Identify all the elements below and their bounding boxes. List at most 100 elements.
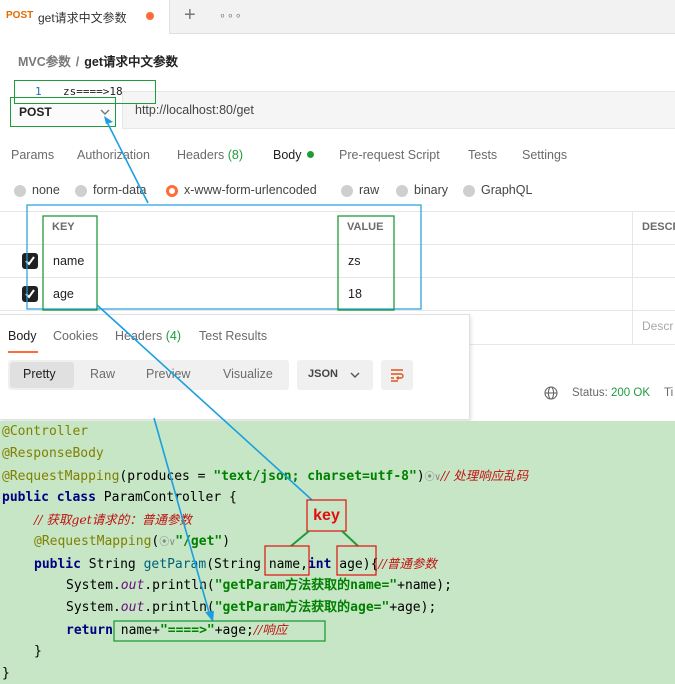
row-checkbox[interactable] [22,286,38,302]
breadcrumb: MVC参数 / get请求中文参数 [18,51,178,70]
globe-icon[interactable] [544,386,558,400]
wrap-lines-icon [391,369,404,382]
tab-pre-request-script[interactable]: Pre-request Script [339,148,440,162]
radio-circle-icon [396,185,408,197]
code-line-4: public class ParamController { [2,487,237,509]
row-checkbox[interactable] [22,253,38,269]
annotation-token: @ResponseBody [2,446,104,461]
comment-token: // 获取get请求的：普通参数 [34,512,192,527]
tab-headers-count: (8) [227,148,244,162]
tab-authorization[interactable]: Authorization [77,148,150,162]
response-time-label: Ti [664,387,674,399]
annotation-token: @RequestMapping [2,469,120,484]
tab-title: get请求中文参数 [38,11,127,25]
keyword-token: return [66,623,113,638]
param-value[interactable]: 18 [348,287,362,301]
tab-settings[interactable]: Settings [522,148,567,162]
status-label: Status: [572,387,608,399]
field-token: out [120,578,145,593]
response-tab-headers[interactable]: Headers (4) [115,329,181,343]
comment-token: //普通参数 [378,556,437,571]
code-line-6: @RequestMapping(⦿∨"/get") [34,531,230,554]
url-input[interactable]: http://localhost:80/get [122,91,675,129]
table-border [0,211,675,212]
format-select[interactable]: JSON [297,360,373,390]
header-key: KEY [52,221,75,233]
code-token: (String name, [206,557,308,572]
code-line-5: // 获取get请求的：普通参数 [34,509,192,532]
breadcrumb-request[interactable]: get请求中文参数 [84,55,178,69]
tab-params[interactable]: Params [11,148,54,162]
key-annotation-label: key [313,507,340,524]
string-token: "getParam方法获取的name=" [214,578,398,593]
checkmark-icon [25,289,35,299]
header-description: DESCR [642,221,675,233]
view-raw[interactable]: Raw [90,367,115,381]
code-line-8: System.out.println("getParam方法获取的name="+… [66,575,452,597]
code-token: } [34,644,42,659]
radio-circle-icon [463,185,475,197]
response-tab-cookies[interactable]: Cookies [53,329,98,343]
response-tab-body[interactable]: Body [8,329,37,343]
string-token: "====>" [159,623,215,638]
request-tab[interactable]: POST get请求中文参数 [0,0,170,34]
code-token: .println( [144,600,215,615]
code-token: +age); [389,600,437,615]
more-tabs-icon[interactable]: ∘∘∘ [219,9,243,22]
code-editor: @Controller @ResponseBody @RequestMappin… [0,421,675,684]
code-line-11: } [34,641,42,663]
param-value[interactable]: zs [348,254,361,268]
active-tab-underline [8,351,38,353]
mapping-globe-icon: ⦿∨ [159,537,176,548]
tab-headers[interactable]: Headers (8) [177,148,243,162]
comment-token: // 处理响应乱码 [440,468,529,483]
tab-body-label: Body [273,148,302,162]
string-token: "getParam方法获取的age=" [214,600,390,615]
code-token: } [2,666,10,681]
method-label: POST [19,105,52,119]
code-line-9: System.out.println("getParam方法获取的age="+a… [66,597,436,619]
view-visualize[interactable]: Visualize [223,367,273,381]
code-line-1: @Controller [2,421,88,443]
radio-label: x-www-form-urlencoded [184,183,317,197]
view-preview[interactable]: Preview [146,367,190,381]
code-token: ParamController { [95,490,237,505]
tab-method: POST [6,10,34,21]
response-headers-label: Headers [115,329,163,343]
radio-circle-icon [341,185,353,197]
code-token: age){ [331,557,379,572]
radio-label: binary [414,183,449,197]
response-tab-test-results[interactable]: Test Results [199,329,267,343]
annotation-token: @Controller [2,424,89,439]
radio-label: none [32,183,60,197]
code-token: System. [66,600,121,615]
table-column-divider [632,211,633,344]
new-tab-plus-icon[interactable]: + [184,4,196,27]
format-label: JSON [308,368,338,380]
wrap-lines-button[interactable] [381,360,413,390]
breadcrumb-collection[interactable]: MVC参数 [18,55,71,69]
description-placeholder[interactable]: Descr [642,319,673,333]
keyword-token: public class [2,490,96,505]
response-panel: Body Cookies Headers (4) Test Results Pr… [0,314,470,420]
response-output-highlight: 1 zs====>18 [14,80,156,104]
radio-circle-icon [75,185,87,197]
annotation-token: @RequestMapping [34,534,152,549]
keyword-token: int [307,557,332,572]
param-key[interactable]: age [53,287,74,301]
code-line-12: } [2,663,10,684]
code-token: +name); [397,578,452,593]
url-text: http://localhost:80/get [135,103,254,117]
table-border [470,344,675,345]
keyword-token: public [34,557,81,572]
response-status: Status: 200 OK [572,387,650,399]
mapping-globe-icon: ⦿∨ [424,472,441,483]
breadcrumb-separator: / [75,55,80,69]
tab-tests[interactable]: Tests [468,148,497,162]
string-token: "text/json; charset=utf-8" [213,469,417,484]
view-pretty[interactable]: Pretty [23,367,56,381]
tab-body[interactable]: Body [273,148,314,162]
line-number: 1 [35,85,42,98]
table-border [0,244,675,245]
param-key[interactable]: name [53,254,84,268]
